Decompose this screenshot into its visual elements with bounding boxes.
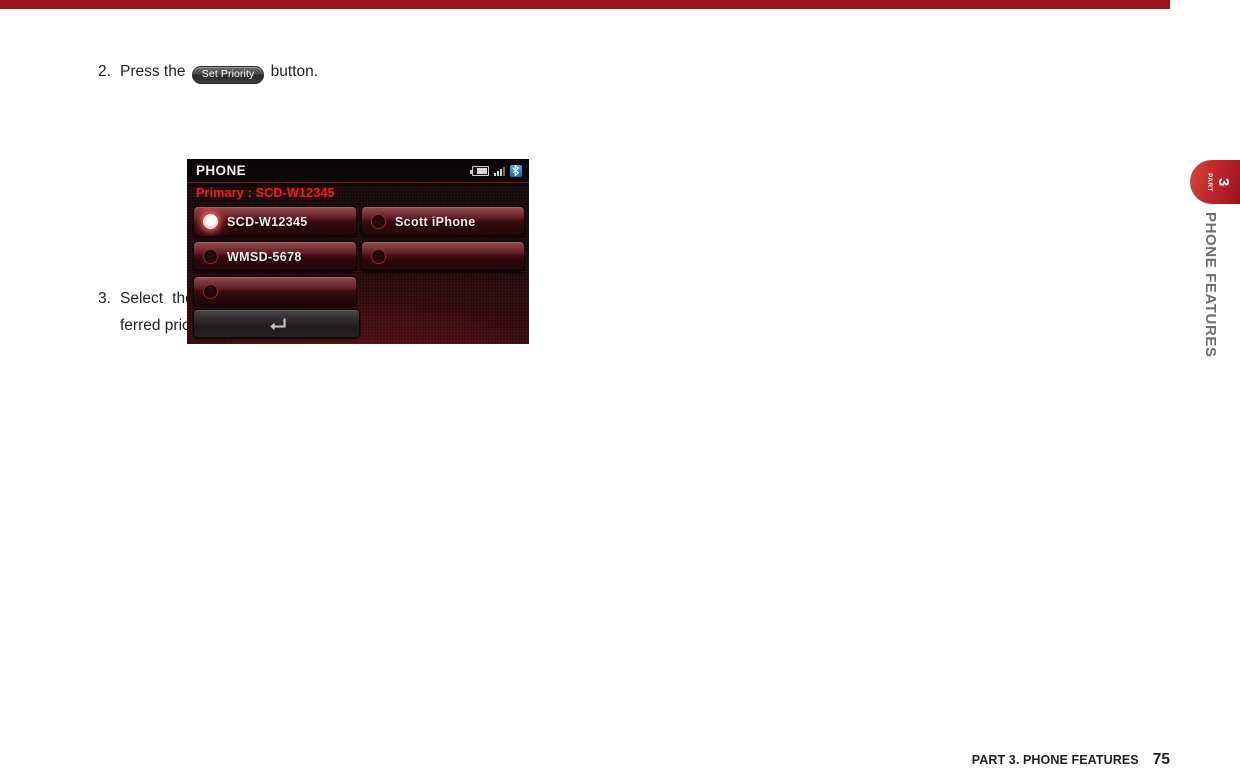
screen-title: PHONE	[196, 163, 247, 178]
list-cell: Scott iPhone	[359, 205, 527, 240]
side-tab-part-label: PART	[1206, 172, 1213, 192]
back-button[interactable]	[193, 309, 360, 338]
radio-selected-icon	[203, 214, 218, 229]
device-list-item-3[interactable]: WMSD-5678	[193, 241, 357, 272]
list-cell-empty	[359, 275, 527, 310]
back-arrow-icon	[267, 317, 286, 331]
step-2-text-after: button.	[270, 63, 319, 80]
set-priority-button[interactable]: Set Priority	[191, 66, 265, 84]
list-cell	[359, 240, 527, 275]
device-list-item-2-label: Scott iPhone	[395, 214, 476, 229]
step-2-number: 2.	[98, 63, 111, 80]
step-2-text: Press the Set Priority button.	[120, 58, 434, 85]
device-list-item-3-label: WMSD-5678	[227, 249, 302, 264]
device-list-item-1-label: SCD-W12345	[227, 214, 308, 229]
list-cell	[191, 275, 359, 310]
instruction-content: 2. Press the Set Priority button. PHONE …	[98, 58, 529, 344]
paired-device-list: SCD-W12345 Scott iPhone WMSD-5678	[191, 205, 525, 310]
list-cell: WMSD-5678	[191, 240, 359, 275]
status-bar	[470, 164, 522, 177]
footer-section-title: PART 3. PHONE FEATURES	[971, 753, 1139, 767]
page-number: 75	[1152, 751, 1170, 768]
side-tab-part-number: 3	[1215, 177, 1232, 187]
phone-screen-screenshot: PHONE Primary : SCD-W12345 SCD-W12345 Sc…	[187, 159, 529, 344]
step-2: 2. Press the Set Priority button.	[98, 58, 434, 85]
radio-unselected-icon	[203, 249, 218, 264]
battery-icon	[470, 165, 489, 176]
screen-header: PHONE	[187, 159, 529, 183]
device-list-item-5[interactable]	[193, 276, 357, 307]
radio-unselected-icon	[371, 249, 386, 264]
side-section-label: PHONE FEATURES	[1202, 212, 1219, 358]
radio-unselected-icon	[371, 214, 386, 229]
list-cell: SCD-W12345	[191, 205, 359, 240]
step-3-number: 3.	[98, 290, 111, 307]
device-list-item-4[interactable]	[361, 241, 525, 272]
page-footer: PART 3. PHONE FEATURES 75	[972, 751, 1170, 769]
bluetooth-icon	[510, 164, 522, 177]
primary-device-label: Primary : SCD-W12345	[196, 186, 335, 200]
signal-icon	[494, 165, 505, 176]
header-rule	[0, 0, 1170, 9]
radio-unselected-icon	[203, 284, 218, 299]
side-tab-part-3: PART 3	[1190, 160, 1240, 204]
device-list-item-1[interactable]: SCD-W12345	[193, 206, 357, 237]
step-2-text-before: Press the	[120, 63, 186, 80]
device-list-item-2[interactable]: Scott iPhone	[361, 206, 525, 237]
